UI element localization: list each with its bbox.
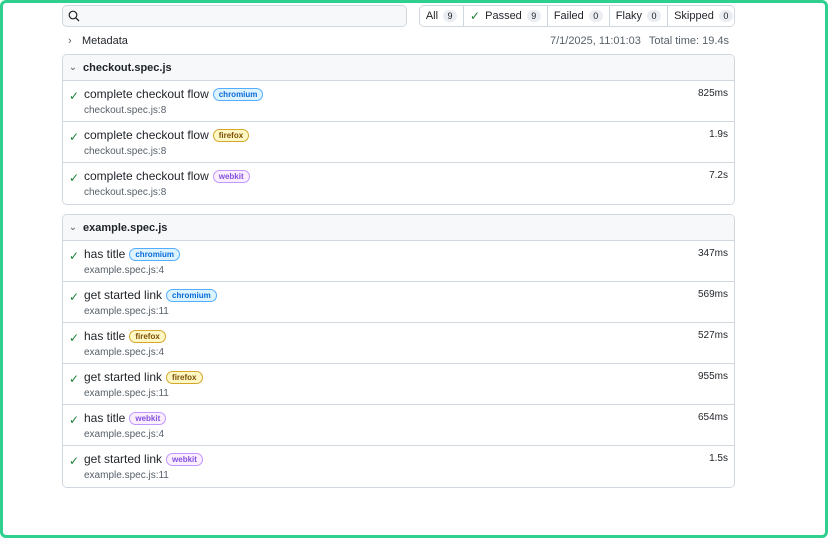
test-title-line: complete checkout flow chromium — [84, 87, 264, 101]
test-location: example.spec.js:4 — [84, 347, 165, 358]
test-duration: 1.9s — [709, 129, 728, 140]
test-title-line: has title webkit — [84, 411, 167, 425]
test-title-line: get started link chromium — [84, 288, 217, 302]
test-location: checkout.spec.js:8 — [84, 146, 167, 157]
test-location: example.spec.js:11 — [84, 306, 169, 317]
filter-count: 0 — [647, 10, 662, 22]
filter-count: 9 — [526, 10, 541, 22]
test-title[interactable]: has title — [84, 329, 125, 343]
total-time: Total time: 19.4s — [648, 35, 729, 47]
chevron-right-icon[interactable]: › — [62, 35, 78, 47]
test-duration: 569ms — [697, 289, 728, 300]
test-title[interactable]: complete checkout flow — [84, 128, 209, 142]
filter-failed[interactable]: Failed 0 — [547, 6, 610, 26]
search-icon — [68, 10, 80, 22]
project-badge[interactable]: chromium — [212, 87, 264, 101]
test-title-line: has title chromium — [84, 247, 181, 261]
test-row[interactable]: ✓ get started link webkit example.spec.j… — [63, 446, 734, 487]
test-title-line: complete checkout flow webkit — [84, 169, 250, 183]
test-location: example.spec.js:4 — [84, 429, 165, 440]
test-title-line: complete checkout flow firefox — [84, 128, 250, 142]
test-duration: 955ms — [697, 371, 728, 382]
file-name: checkout.spec.js — [83, 61, 172, 74]
test-title[interactable]: get started link — [84, 370, 162, 384]
project-badge[interactable]: firefox — [129, 329, 166, 343]
check-icon: ✓ — [69, 89, 80, 103]
status-filters: All 9 ✓ Passed 9 Failed 0 Flaky 0 Skippe… — [418, 5, 735, 27]
project-badge[interactable]: firefox — [212, 128, 250, 142]
filter-label: Skipped — [674, 10, 714, 22]
filter-label: Failed — [553, 10, 584, 22]
project-badge[interactable]: webkit — [212, 169, 250, 183]
file-group: ⌄ checkout.spec.js ✓ complete checkout f… — [62, 54, 735, 205]
check-icon: ✓ — [470, 9, 481, 23]
test-title-line: get started link webkit — [84, 452, 203, 466]
file-name: example.spec.js — [83, 221, 168, 234]
filter-count: 0 — [588, 10, 603, 22]
run-info: 7/1/2025, 11:01:03 Total time: 19.4s — [550, 35, 735, 47]
project-badge[interactable]: chromium — [166, 288, 217, 302]
check-icon: ✓ — [69, 331, 80, 345]
check-icon: ✓ — [69, 413, 80, 427]
test-location: checkout.spec.js:8 — [84, 187, 167, 198]
test-row[interactable]: ✓ complete checkout flow firefox checkou… — [63, 122, 734, 163]
file-group: ⌄ example.spec.js ✓ has title chromium e… — [62, 214, 735, 488]
project-badge[interactable]: chromium — [129, 247, 181, 261]
filter-count: 9 — [443, 10, 458, 22]
test-title[interactable]: complete checkout flow — [84, 87, 209, 101]
check-icon: ✓ — [69, 454, 80, 468]
test-row[interactable]: ✓ complete checkout flow chromium checko… — [63, 81, 734, 122]
filter-skipped[interactable]: Skipped 0 — [668, 6, 734, 26]
test-row[interactable]: ✓ get started link chromium example.spec… — [63, 282, 734, 323]
test-location: checkout.spec.js:8 — [84, 105, 167, 116]
project-badge[interactable]: firefox — [166, 370, 203, 384]
run-timestamp: 7/1/2025, 11:01:03 — [549, 35, 641, 47]
test-row[interactable]: ✓ has title firefox example.spec.js:4 52… — [63, 323, 734, 364]
test-title[interactable]: get started link — [84, 288, 162, 302]
test-row[interactable]: ✓ get started link firefox example.spec.… — [63, 364, 734, 405]
filter-flaky[interactable]: Flaky 0 — [609, 6, 669, 26]
test-title[interactable]: has title — [84, 411, 125, 425]
test-title-line: get started link firefox — [84, 370, 203, 384]
test-title[interactable]: has title — [84, 247, 125, 261]
test-location: example.spec.js:11 — [84, 388, 169, 399]
filter-passed[interactable]: ✓ Passed 9 — [464, 6, 548, 26]
chevron-down-icon: ⌄ — [68, 62, 78, 73]
report-container: All 9 ✓ Passed 9 Failed 0 Flaky 0 Skippe… — [62, 5, 735, 488]
test-duration: 1.5s — [709, 453, 728, 464]
test-location: example.spec.js:11 — [84, 470, 169, 481]
check-icon: ✓ — [69, 372, 80, 386]
test-title[interactable]: complete checkout flow — [84, 169, 209, 183]
check-icon: ✓ — [69, 290, 80, 304]
project-badge[interactable]: webkit — [166, 452, 203, 466]
chevron-down-icon: ⌄ — [68, 222, 78, 233]
test-duration: 654ms — [697, 412, 728, 423]
test-location: example.spec.js:4 — [84, 265, 165, 276]
test-row[interactable]: ✓ has title chromium example.spec.js:4 3… — [63, 241, 734, 282]
project-badge[interactable]: webkit — [129, 411, 167, 425]
test-title-line: has title firefox — [84, 329, 166, 343]
filter-label: Flaky — [615, 10, 643, 22]
filter-label: Passed — [485, 10, 522, 22]
test-duration: 347ms — [697, 248, 728, 259]
check-icon: ✓ — [69, 171, 80, 185]
check-icon: ✓ — [69, 249, 80, 263]
test-row[interactable]: ✓ complete checkout flow webkit checkout… — [63, 163, 734, 204]
toolbar: All 9 ✓ Passed 9 Failed 0 Flaky 0 Skippe… — [62, 5, 735, 27]
filter-count: 0 — [718, 10, 733, 22]
check-icon: ✓ — [69, 130, 80, 144]
test-title[interactable]: get started link — [84, 452, 162, 466]
metadata-toggle[interactable]: Metadata — [82, 35, 128, 47]
filter-label: All — [425, 10, 439, 22]
file-header[interactable]: ⌄ example.spec.js — [63, 215, 734, 241]
test-duration: 527ms — [697, 330, 728, 341]
search-input[interactable] — [62, 5, 407, 27]
test-duration: 825ms — [697, 88, 728, 99]
filter-all[interactable]: All 9 — [419, 6, 465, 26]
test-duration: 7.2s — [709, 170, 728, 181]
metadata-row: › Metadata 7/1/2025, 11:01:03 Total time… — [62, 33, 735, 49]
file-header[interactable]: ⌄ checkout.spec.js — [63, 55, 734, 81]
test-row[interactable]: ✓ has title webkit example.spec.js:4 654… — [63, 405, 734, 446]
